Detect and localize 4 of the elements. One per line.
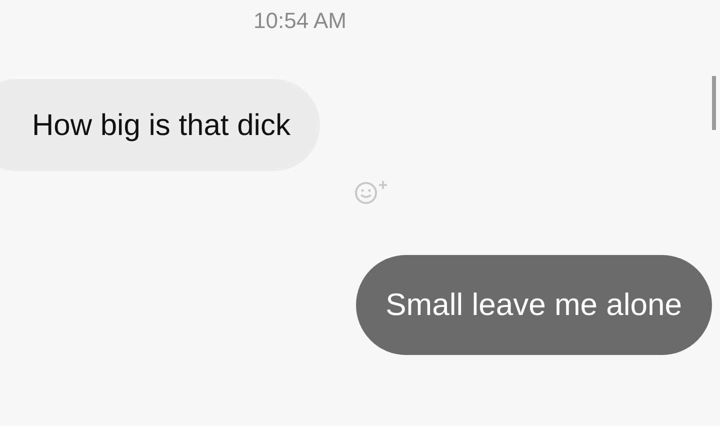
- message-bubble: Small leave me alone: [356, 255, 712, 355]
- message-timestamp: 10:54 AM: [254, 7, 346, 35]
- message-bubble: How big is that dick: [0, 79, 320, 171]
- scrollbar[interactable]: [712, 76, 716, 130]
